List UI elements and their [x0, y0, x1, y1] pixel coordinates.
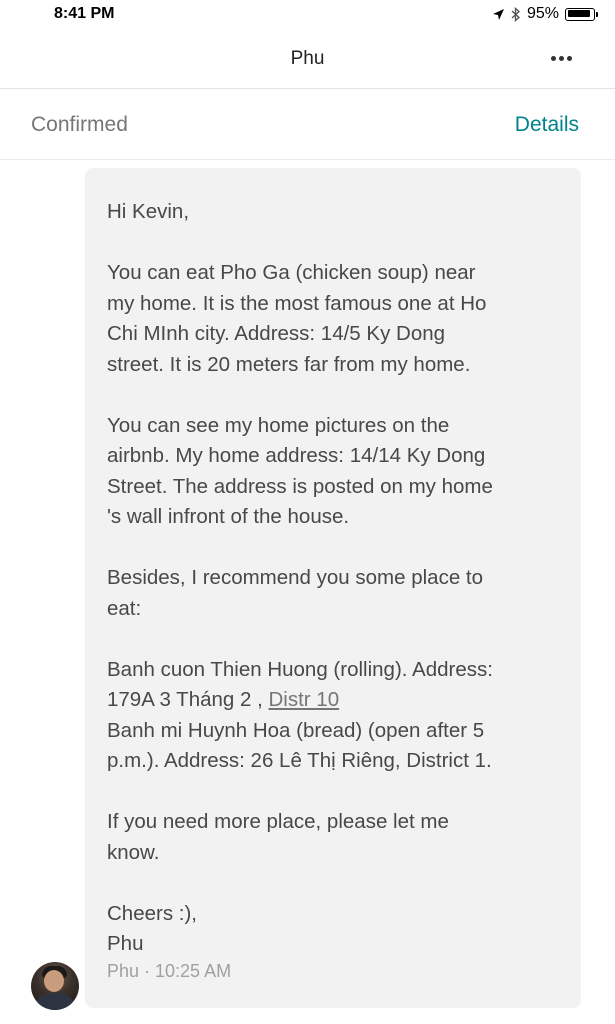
battery-fill: [567, 10, 591, 17]
reservation-status: Confirmed: [31, 113, 128, 136]
details-link[interactable]: Details: [515, 113, 579, 137]
message-signoff: Cheers :), Phu: [107, 899, 561, 960]
message-line: Cheers :),: [107, 901, 197, 925]
message-paragraph: If you need more place, please let me kn…: [107, 807, 561, 868]
message-line: You can eat Pho Ga (chicken soup) near: [107, 261, 476, 284]
status-time: 8:41 PM: [54, 5, 115, 22]
message-line: Banh cuon Thien Huong (rolling). Address…: [107, 657, 493, 681]
message-paragraph: You can see my home pictures on the airb…: [107, 411, 561, 533]
message-bubble: Hi Kevin, You can eat Pho Ga (chicken so…: [85, 168, 581, 1008]
nav-bar: Phu: [0, 30, 615, 89]
message-line: Banh mi Huynh Hoa (bread) (open after 5: [107, 718, 485, 742]
message-line: Phu: [107, 932, 144, 955]
message-line: You can see my home pictures on the: [107, 413, 450, 437]
message-paragraph: Banh cuon Thien Huong (rolling). Address…: [107, 655, 561, 777]
more-dot: [558, 55, 564, 61]
status-bar: 8:41 PM 95%: [0, 0, 615, 30]
reservation-status-row: Confirmed Details: [0, 89, 615, 160]
conversation-title: Phu: [290, 48, 325, 69]
message-line: my home. It is the most famous one at Ho: [107, 291, 487, 315]
message-paragraph: Besides, I recommend you some place to e…: [107, 563, 561, 624]
message-line: 179A 3 Tháng 2 , Distr 10: [107, 685, 561, 716]
message-line-text: 179A 3 Tháng 2 ,: [107, 688, 269, 711]
address-link[interactable]: Distr 10: [268, 688, 339, 711]
message-line: eat:: [107, 596, 142, 620]
message-text: Hi Kevin, You can eat Pho Ga (chicken so…: [107, 197, 561, 960]
status-indicators: 95%: [492, 5, 598, 23]
message-meta: Phu · 10:25 AM: [107, 961, 232, 981]
message-line: 's wall infront of the house.: [107, 505, 350, 528]
location-arrow-icon: [492, 8, 505, 21]
message-line: Chi MInh city. Address: 14/5 Ky Dong: [107, 322, 446, 345]
more-options-button[interactable]: [547, 48, 575, 68]
message-greeting: Hi Kevin,: [107, 200, 190, 223]
avatar-face: [44, 970, 64, 992]
message-line: Street. The address is posted on my home: [107, 474, 493, 498]
more-dot: [566, 55, 572, 61]
avatar-shirt: [35, 993, 75, 1010]
message-line: know.: [107, 840, 160, 864]
message-line: airbnb. My home address: 14/14 Ky Dong: [107, 444, 486, 467]
more-horizontal-icon: [550, 55, 556, 61]
bluetooth-icon: [511, 6, 521, 22]
battery-percent: 95%: [526, 5, 559, 22]
message-line: Besides, I recommend you some place to: [107, 566, 484, 589]
battery-icon: [565, 7, 598, 21]
avatar[interactable]: [31, 962, 79, 1010]
message-line: p.m.). Address: 26 Lê Thị Riêng, Distric…: [107, 749, 492, 772]
message-line: If you need more place, please let me: [107, 810, 449, 833]
message-line: street. It is 20 meters far from my home…: [107, 352, 471, 376]
message-paragraph: You can eat Pho Ga (chicken soup) near m…: [107, 258, 561, 380]
